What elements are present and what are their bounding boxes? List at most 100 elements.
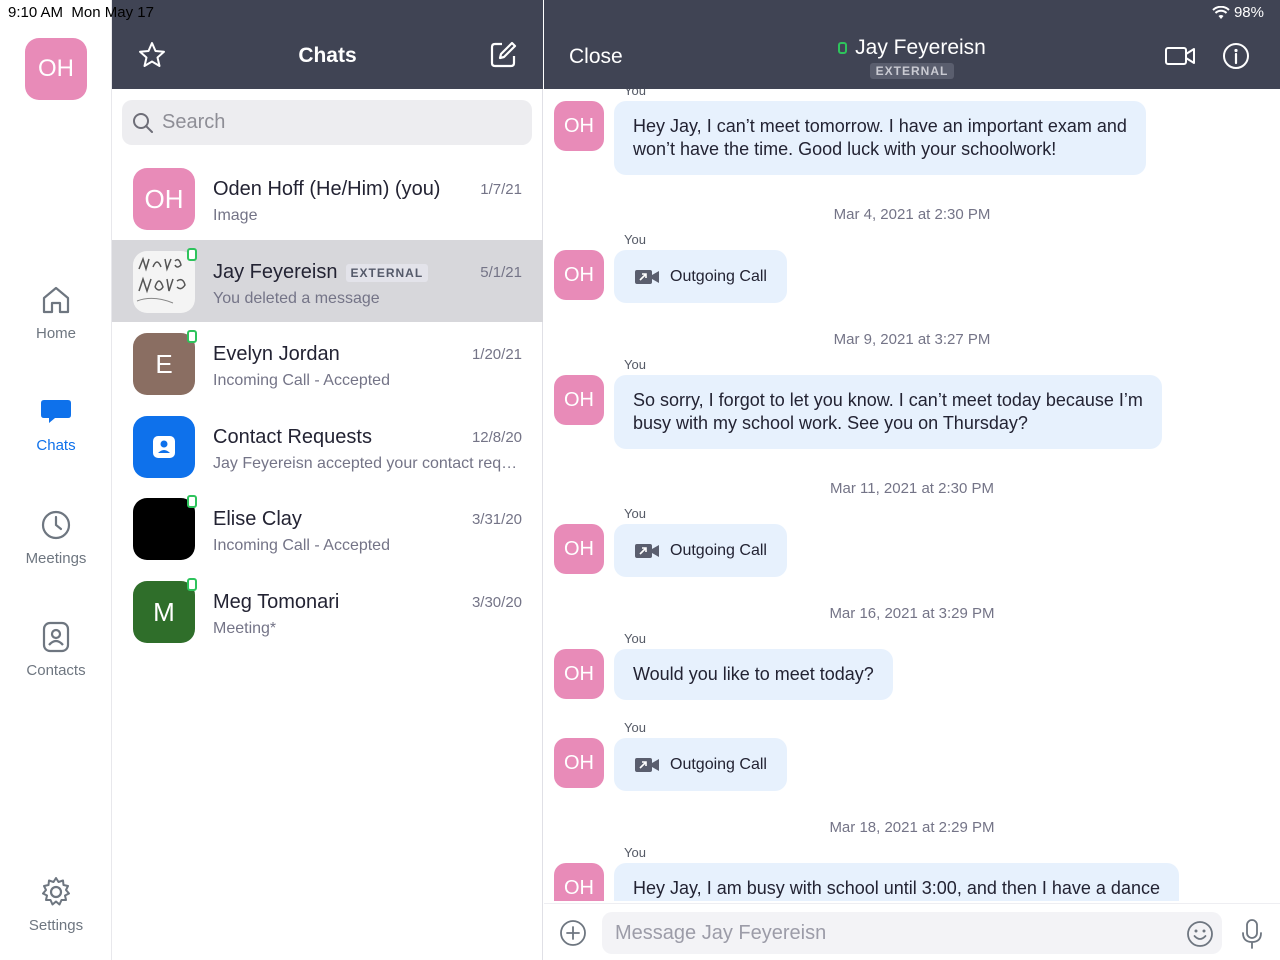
chat-date: 5/1/21 <box>480 264 522 281</box>
chat-preview: Meeting* <box>213 620 277 637</box>
search-placeholder: Search <box>162 111 226 133</box>
sender-label: You <box>624 232 646 247</box>
chat-date: 1/20/21 <box>471 346 522 363</box>
date-separator: Mar 11, 2021 at 2:30 PM <box>830 480 994 497</box>
chat-name: Evelyn Jordan <box>213 343 340 365</box>
message-bubble[interactable]: So sorry, I forgot to let you know. I ca… <box>614 375 1162 449</box>
message-input[interactable]: Message Jay Feyereisn <box>602 912 1222 954</box>
add-attachment-icon[interactable] <box>559 919 587 947</box>
left-rail: OH Home Chats Meetings Contacts Settings <box>0 0 112 960</box>
compose-icon[interactable] <box>488 40 518 70</box>
call-bubble[interactable]: Outgoing Call <box>614 524 787 577</box>
chat-list-title: Chats <box>298 44 357 67</box>
rail-item-contacts[interactable]: Contacts <box>0 620 112 679</box>
call-bubble[interactable]: Outgoing Call <box>614 250 787 303</box>
date-separator: Mar 9, 2021 at 3:27 PM <box>833 331 991 348</box>
avatar: M <box>133 581 195 643</box>
gear-icon <box>42 877 70 906</box>
microphone-icon[interactable] <box>1240 918 1264 950</box>
chat-name: Elise Clay <box>213 508 302 530</box>
presence-indicator <box>187 578 197 591</box>
sender-avatar: OH <box>554 101 604 151</box>
video-call-icon[interactable] <box>1164 42 1196 70</box>
date-separator: Mar 4, 2021 at 2:30 PM <box>833 206 991 223</box>
chat-preview: Jay Feyereisn accepted your contact requ… <box>213 455 518 472</box>
sender-avatar: OH <box>554 863 604 901</box>
chat-date: 12/8/20 <box>471 429 522 446</box>
contact-request-icon <box>153 436 175 458</box>
presence-indicator <box>838 42 848 54</box>
presence-indicator <box>187 495 197 508</box>
chat-row-meg-tomonari[interactable]: M Meg Tomonari Meeting* 3/30/20 <box>112 570 543 652</box>
chat-date: 3/31/20 <box>471 511 522 528</box>
sender-label: You <box>624 89 646 98</box>
sender-label: You <box>624 357 646 372</box>
conversation-panel: Close Jay Feyereisn EXTERNAL You OH Hey … <box>544 0 1280 960</box>
sender-avatar: OH <box>554 649 604 699</box>
chat-date: 1/7/21 <box>480 181 522 198</box>
emoji-icon[interactable] <box>1186 920 1214 948</box>
sender-avatar: OH <box>554 250 604 300</box>
clock-icon <box>41 510 71 540</box>
home-icon <box>42 286 70 314</box>
chat-list-panel: Chats Search OH Oden Hoff (He/Him) (you)… <box>112 0 543 960</box>
sender-avatar: OH <box>554 375 604 425</box>
outgoing-call-icon <box>635 543 659 558</box>
avatar: E <box>133 333 195 395</box>
chat-preview: Incoming Call - Accepted <box>213 372 390 389</box>
chat-name: Contact Requests <box>213 426 372 448</box>
avatar <box>133 416 195 478</box>
sender-avatar: OH <box>554 524 604 574</box>
chat-row-contact-requests[interactable]: Contact Requests Jay Feyereisn accepted … <box>112 405 543 487</box>
wifi-icon <box>1212 5 1230 19</box>
presence-indicator <box>187 248 197 261</box>
chat-date: 3/30/20 <box>471 594 522 611</box>
external-badge: EXTERNAL <box>869 63 955 79</box>
status-bar: 9:10 AM Mon May 17 98% <box>0 0 1280 24</box>
rail-item-home[interactable]: Home <box>0 283 112 342</box>
rail-item-chats[interactable]: Chats <box>0 395 112 454</box>
message-composer: Message Jay Feyereisn <box>544 903 1280 960</box>
conversation-title: Jay Feyereisn <box>838 36 986 60</box>
message-bubble[interactable]: Hey Jay, I am busy with school until 3:0… <box>614 863 1179 901</box>
chat-row-oden-hoff[interactable]: OH Oden Hoff (He/Him) (you) Image 1/7/21 <box>112 157 543 239</box>
message-list[interactable]: You OH Hey Jay, I can’t meet tomorrow. I… <box>544 89 1280 901</box>
chat-bubble-icon <box>41 400 71 423</box>
sender-label: You <box>624 631 646 646</box>
info-icon[interactable] <box>1220 42 1252 70</box>
outgoing-call-icon <box>635 269 659 284</box>
status-right: 98% <box>1212 4 1264 21</box>
my-avatar[interactable]: OH <box>25 38 87 100</box>
sketch-avatar-image <box>136 256 186 304</box>
avatar <box>133 251 195 313</box>
rail-item-meetings[interactable]: Meetings <box>0 508 112 567</box>
avatar: OH <box>133 168 195 230</box>
chat-row-evelyn-jordan[interactable]: E Evelyn Jordan Incoming Call - Accepted… <box>112 322 543 404</box>
call-bubble[interactable]: Outgoing Call <box>614 738 787 791</box>
chat-name: Meg Tomonari <box>213 591 340 613</box>
message-bubble[interactable]: Would you like to meet today? <box>614 649 893 700</box>
contact-card-icon <box>42 621 70 653</box>
sender-label: You <box>624 506 646 521</box>
chat-preview: You deleted a message <box>213 290 380 307</box>
chat-name: Jay Feyereisn EXTERNAL <box>213 261 429 284</box>
search-icon <box>133 112 153 133</box>
presence-indicator <box>187 330 197 343</box>
outgoing-call-icon <box>635 757 659 772</box>
chat-preview: Incoming Call - Accepted <box>213 537 390 554</box>
search-input[interactable]: Search <box>122 100 532 145</box>
chat-name: Oden Hoff (He/Him) (you) <box>213 178 441 200</box>
chat-row-jay-feyereisn[interactable]: Jay Feyereisn EXTERNAL You deleted a mess… <box>112 240 543 322</box>
rail-item-settings[interactable]: Settings <box>0 875 112 934</box>
sender-avatar: OH <box>554 738 604 788</box>
message-bubble[interactable]: Hey Jay, I can’t meet tomorrow. I have a… <box>614 101 1146 175</box>
status-time: 9:10 AM Mon May 17 <box>8 4 154 21</box>
sender-label: You <box>624 845 646 860</box>
external-badge: EXTERNAL <box>345 263 429 282</box>
avatar <box>133 498 195 560</box>
date-separator: Mar 16, 2021 at 3:29 PM <box>829 605 995 622</box>
date-separator: Mar 18, 2021 at 2:29 PM <box>829 819 995 836</box>
chat-row-elise-clay[interactable]: Elise Clay Incoming Call - Accepted 3/31… <box>112 487 543 569</box>
sender-label: You <box>624 720 646 735</box>
battery-level: 98% <box>1233 4 1264 21</box>
